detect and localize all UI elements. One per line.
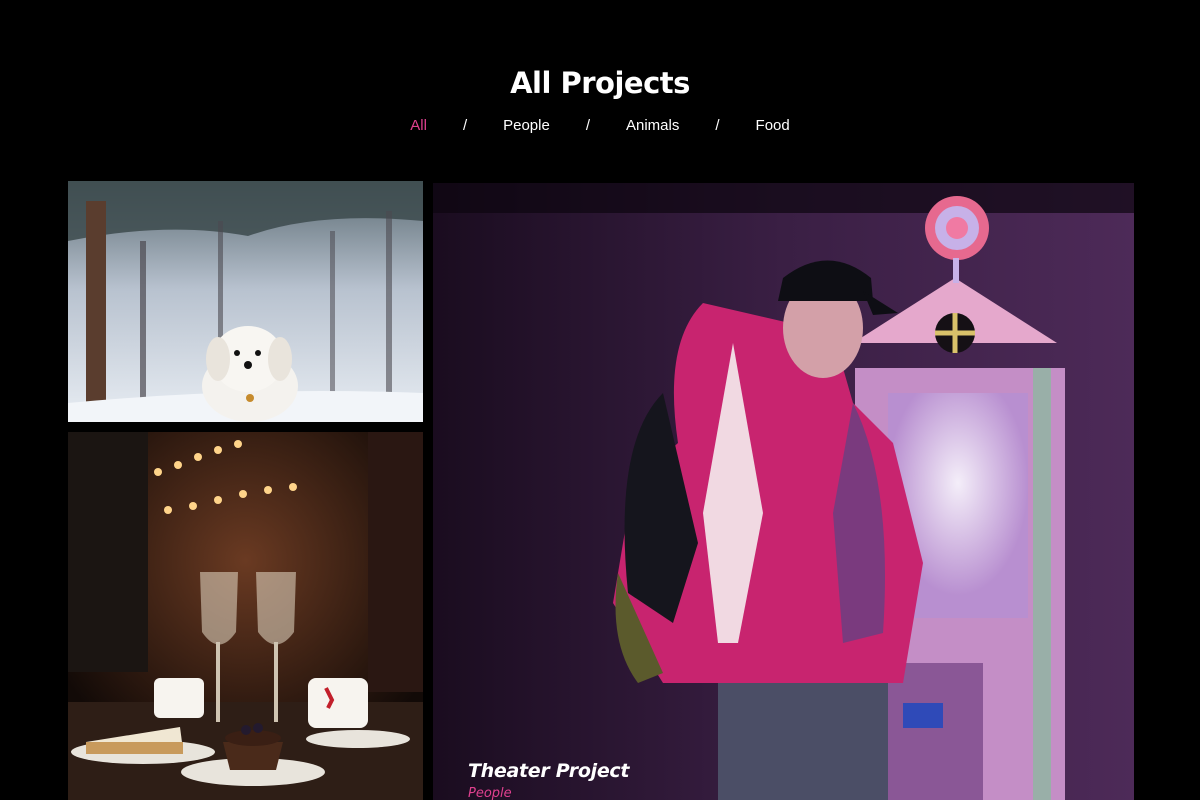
filter-animals[interactable]: Animals (626, 117, 679, 134)
filter-people[interactable]: People (503, 117, 550, 134)
page-title: All Projects (510, 66, 690, 100)
filter-all[interactable]: All (410, 117, 427, 134)
food-photo (68, 432, 423, 800)
filter-separator: / (715, 117, 720, 134)
dog-photo (68, 181, 423, 422)
project-category[interactable]: People (468, 786, 629, 800)
project-title[interactable]: Theater Project (468, 760, 629, 782)
theater-photo (433, 183, 1134, 800)
gallery-item-food[interactable] (68, 432, 423, 800)
filter-separator: / (462, 117, 468, 134)
gallery-item-dog[interactable] (68, 181, 423, 422)
gallery-item-theater-project[interactable] (433, 183, 1134, 800)
filter-food[interactable]: Food (756, 117, 790, 134)
filter-separator: / (585, 117, 590, 134)
filter-nav: All / People / Animals / Food (0, 117, 1200, 134)
gallery-caption: Theater Project People (468, 760, 629, 800)
